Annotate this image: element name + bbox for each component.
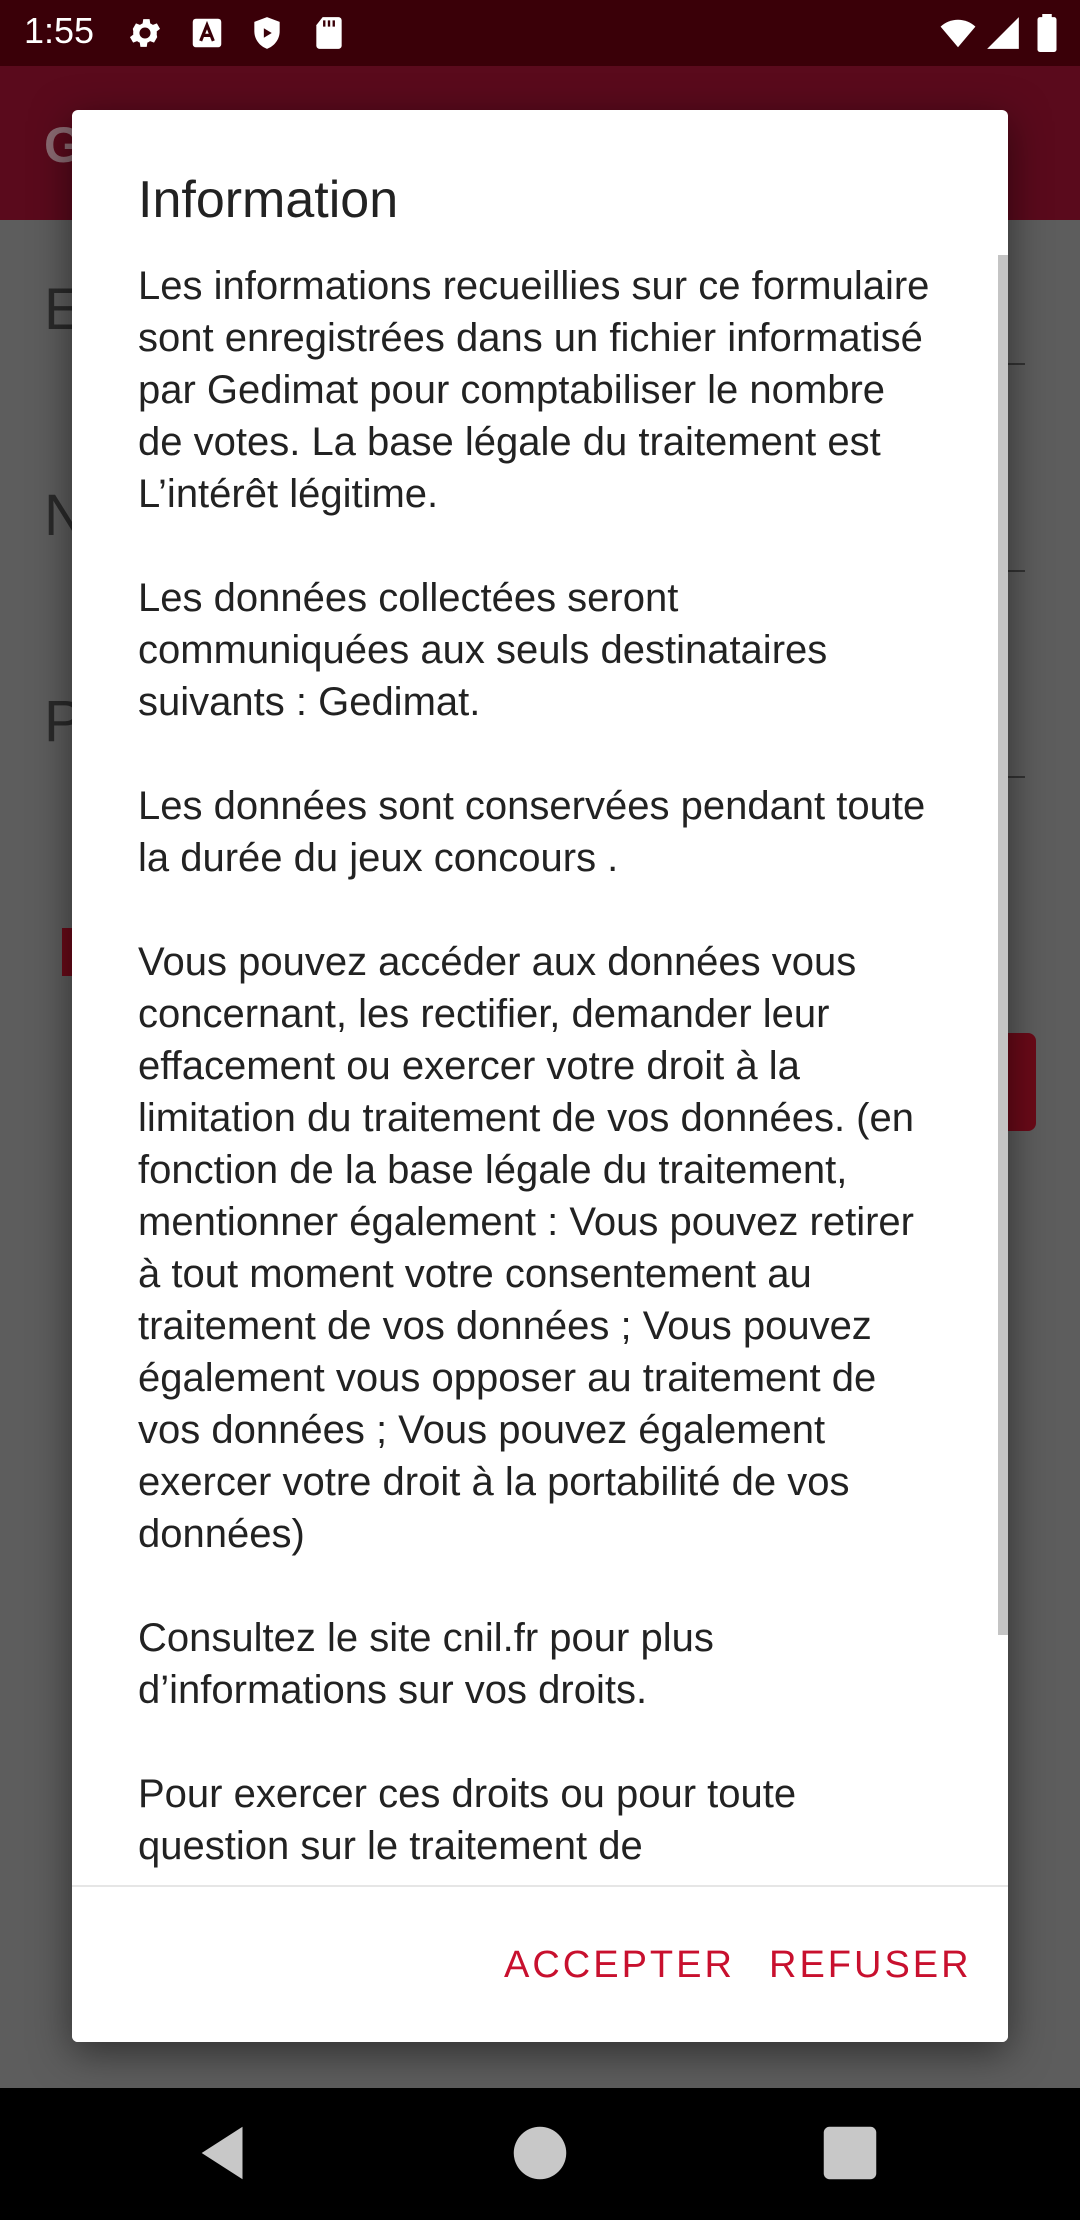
information-dialog: Information Les informations recueillies… [72, 110, 1008, 2042]
battery-icon [1037, 14, 1057, 52]
sd-card-icon [316, 17, 342, 49]
back-icon[interactable] [190, 2118, 260, 2188]
signal-icon [987, 17, 1019, 49]
dialog-paragraph: Les données sont conservées pendant tout… [138, 784, 926, 880]
settings-icon [129, 19, 161, 47]
status-time: 1:55 [24, 10, 95, 51]
font-icon [192, 18, 222, 48]
shield-icon [254, 17, 280, 49]
dialog-divider [72, 1885, 1008, 1887]
recents-icon[interactable] [815, 2118, 885, 2188]
dialog-paragraph: Les données collectées seront communiqué… [138, 576, 828, 724]
refuse-button[interactable]: REFUSER [769, 1944, 972, 1987]
home-icon[interactable] [505, 2118, 575, 2188]
dialog-paragraph: Vous pouvez accéder aux données vous con… [138, 940, 914, 1556]
dialog-paragraph: Pour exercer ces droits ou pour toute qu… [138, 1772, 797, 1868]
dialog-body[interactable]: Les informations recueillies sur ce form… [138, 260, 938, 1995]
status-bar: 1:55 [0, 0, 1080, 66]
dialog-scrollbar[interactable] [998, 255, 1008, 1635]
dialog-title: Information [138, 171, 399, 229]
wifi-icon [940, 19, 976, 48]
navigation-bar [0, 2088, 1080, 2220]
dialog-paragraph: Les informations recueillies sur ce form… [138, 264, 930, 516]
accept-button[interactable]: ACCEPTER [504, 1944, 735, 1987]
dialog-paragraph: Consultez le site cnil.fr pour plus d’in… [138, 1616, 714, 1712]
